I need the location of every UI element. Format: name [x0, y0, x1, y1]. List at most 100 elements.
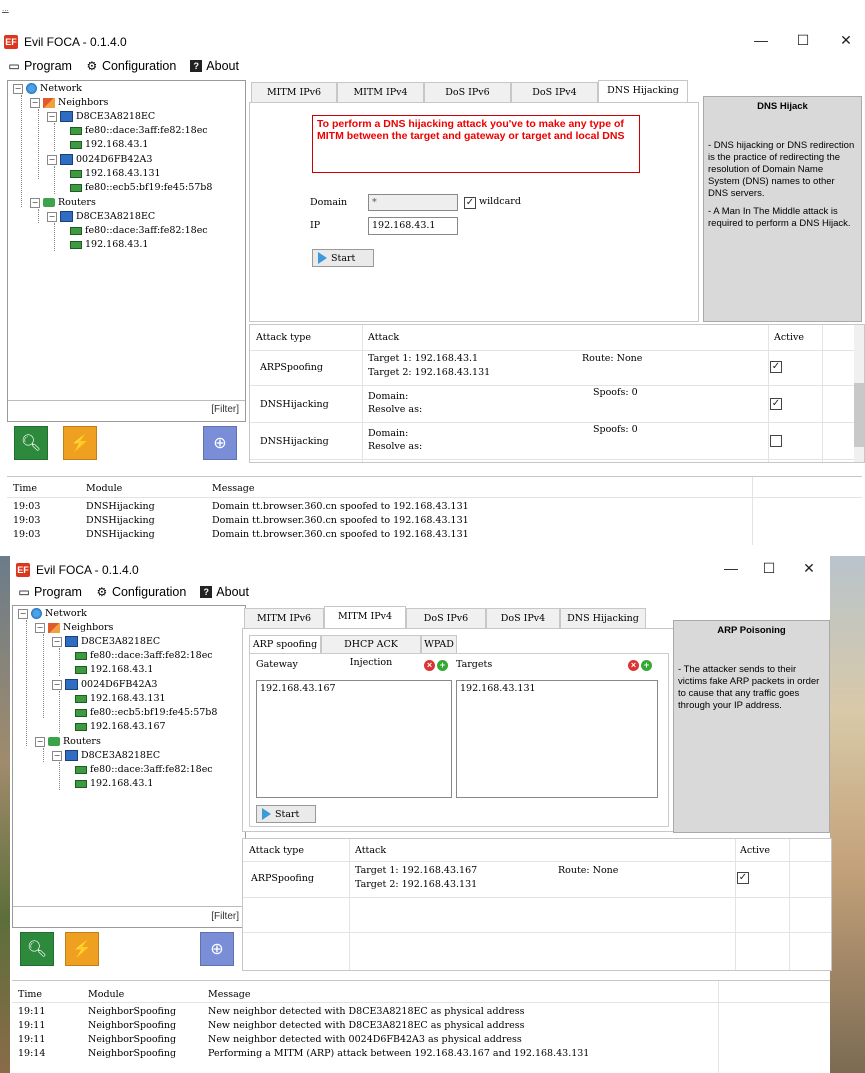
active-checkbox[interactable] [770, 435, 782, 447]
tab-mitm-ipv4[interactable]: MITM IPv4 [337, 82, 424, 102]
tab-dos-ipv6[interactable]: DoS IPv6 [406, 608, 486, 628]
help-icon: ? [200, 586, 213, 598]
minimize-button[interactable]: — [721, 560, 741, 576]
tree-node-neighbors[interactable]: − Neighbors [30, 97, 108, 108]
tab-mitm-ipv6[interactable]: MITM IPv6 [251, 82, 337, 102]
tree-node-address[interactable]: 192.168.43.1 [75, 664, 153, 675]
log-message: Domain tt.browser.360.cn spoofed to 192.… [212, 529, 469, 540]
close-button[interactable]: ✕ [836, 32, 856, 49]
tree-node-routers[interactable]: − Routers [35, 736, 101, 747]
attack-cell: Resolve as: [368, 404, 423, 415]
tree-node-address[interactable]: 192.168.43.131 [75, 693, 166, 704]
network-card-icon [70, 140, 82, 149]
magnifier-icon: 🔍︎ [26, 941, 48, 958]
scan-button[interactable]: 🔍︎ [20, 932, 54, 966]
filter-button[interactable]: [Filter] [211, 404, 239, 415]
tree-label: Neighbors [63, 622, 114, 633]
tree-node-network[interactable]: − Network [18, 608, 87, 619]
log-header-time: Time [13, 483, 38, 494]
menu-program[interactable]: ▭ Program [8, 59, 72, 73]
tree-node-routers[interactable]: − Routers [30, 197, 96, 208]
network-card-icon [75, 694, 87, 703]
tree-node-address[interactable]: fe80::dace:3aff:fe82:18ec [75, 764, 213, 775]
tree-node-address[interactable]: fe80::dace:3aff:fe82:18ec [75, 650, 213, 661]
close-button[interactable]: ✕ [799, 560, 819, 577]
attack-scan-button[interactable]: ⚡ [65, 932, 99, 966]
tree-node-host[interactable]: − D8CE3A8218EC [52, 636, 160, 647]
tab-dos-ipv4[interactable]: DoS IPv4 [511, 82, 598, 102]
subtab-arp-spoofing[interactable]: ARP spoofing [249, 635, 321, 653]
network-tree[interactable]: − Network − Neighbors − D8CE3A8218EC fe80::… [12, 605, 246, 928]
tree-node-address[interactable]: fe80::ecb5:bf19:fe45:57b8 [75, 707, 217, 718]
tab-dns-hijacking[interactable]: DNS Hijacking [598, 80, 688, 102]
maximize-button[interactable]: ☐ [759, 560, 779, 577]
menu-about[interactable]: ? About [200, 585, 249, 599]
active-checkbox[interactable]: ✓ [737, 872, 749, 884]
tree-node-network[interactable]: − Network [13, 83, 82, 94]
scrollbar-thumb[interactable] [854, 383, 864, 447]
targets-list[interactable]: 192.168.43.131 [456, 680, 658, 798]
tree-node-host[interactable]: −0024D6FB42A3 [47, 154, 152, 165]
filter-button[interactable]: [Filter] [211, 911, 239, 922]
title-bar: EF Evil FOCA - 0.1.4.0 — ☐ ✕ [0, 28, 865, 56]
menu-program[interactable]: ▭ Program [18, 585, 82, 599]
wildcard-checkbox[interactable]: ✓ [464, 197, 476, 209]
scan-button[interactable]: 🔍︎ [14, 426, 48, 460]
tree-node-address[interactable]: 192.168.43.167 [75, 721, 166, 732]
menu-configuration[interactable]: ⚙ Configuration [86, 59, 177, 73]
start-button[interactable]: Start [256, 805, 316, 823]
tree-node-neighbors[interactable]: − Neighbors [35, 622, 113, 633]
attack-cell: Resolve as: [368, 441, 423, 452]
add-icon[interactable]: + [437, 660, 448, 671]
tree-node-address[interactable]: 192.168.43.1 [75, 778, 153, 789]
tree-node-host[interactable]: − D8CE3A8218EC [52, 750, 160, 761]
tree-label: fe80::ecb5:bf19:fe45:57b8 [90, 707, 218, 718]
tree-node-address[interactable]: fe80::ecb5:bf19:fe45:57b8 [70, 182, 212, 193]
subtab-wpad[interactable]: WPAD [421, 635, 457, 653]
window-icon: ▭ [8, 59, 20, 73]
menu-configuration[interactable]: ⚙ Configuration [96, 585, 187, 599]
targets-list-controls: × + [626, 657, 652, 671]
tree-node-address[interactable]: fe80::dace:3aff:fe82:18ec [70, 125, 208, 136]
add-icon[interactable]: + [641, 660, 652, 671]
tab-dos-ipv6[interactable]: DoS IPv6 [424, 82, 511, 102]
gateway-list[interactable]: 192.168.43.167 [256, 680, 452, 798]
tree-node-address[interactable]: fe80::dace:3aff:fe82:18ec [70, 225, 208, 236]
tree-label: Routers [58, 197, 96, 208]
add-host-button[interactable]: ⊕ [200, 932, 234, 966]
remove-icon[interactable]: × [628, 660, 639, 671]
tree-node-address[interactable]: 192.168.43.1 [70, 139, 148, 150]
attack-extra-cell: Route: None [582, 353, 643, 364]
minimize-button[interactable]: — [751, 32, 771, 48]
arp-spoofing-panel: Gateway × + Targets × + 192.168.43.167 192… [249, 653, 669, 827]
tree-node-host[interactable]: − D8CE3A8218EC [47, 111, 155, 122]
tree-node-address[interactable]: 192.168.43.131 [70, 168, 161, 179]
tab-dos-ipv4[interactable]: DoS IPv4 [486, 608, 560, 628]
add-host-button[interactable]: ⊕ [203, 426, 237, 460]
network-card-icon [70, 183, 82, 192]
attack-scan-button[interactable]: ⚡ [63, 426, 97, 460]
wildcard-label: wildcard [479, 196, 521, 207]
maximize-button[interactable]: ☐ [793, 32, 813, 49]
log-message: Performing a MITM (ARP) attack between 1… [208, 1048, 590, 1059]
active-checkbox[interactable]: ✓ [770, 361, 782, 373]
tab-dns-hijacking[interactable]: DNS Hijacking [560, 608, 646, 628]
menu-about[interactable]: ? About [190, 59, 239, 73]
active-checkbox[interactable]: ✓ [770, 398, 782, 410]
tree-label: D8CE3A8218EC [76, 111, 156, 122]
network-tree[interactable]: − Network − Neighbors − D8CE3A8218EC fe80::… [7, 80, 246, 422]
network-card-icon [75, 651, 87, 660]
ip-field[interactable]: 192.168.43.1 [368, 217, 458, 235]
tree-node-address[interactable]: 192.168.43.1 [70, 239, 148, 250]
start-button[interactable]: Start [312, 249, 374, 267]
attack-tabs: MITM IPv6 MITM IPv4 DoS IPv6 DoS IPv4 DN… [251, 80, 688, 102]
gateway-label: Gateway [256, 659, 298, 670]
tab-mitm-ipv4[interactable]: MITM IPv4 [324, 606, 406, 628]
subtab-dhcp-ack-injection[interactable]: DHCP ACK Injection [321, 635, 421, 668]
tree-node-host[interactable]: −0024D6FB42A3 [52, 679, 157, 690]
tree-node-host[interactable]: − D8CE3A8218EC [47, 211, 155, 222]
tab-mitm-ipv6[interactable]: MITM IPv6 [244, 608, 324, 628]
remove-icon[interactable]: × [424, 660, 435, 671]
column-header-attack: Attack [355, 845, 387, 856]
domain-field[interactable]: * [368, 194, 458, 211]
